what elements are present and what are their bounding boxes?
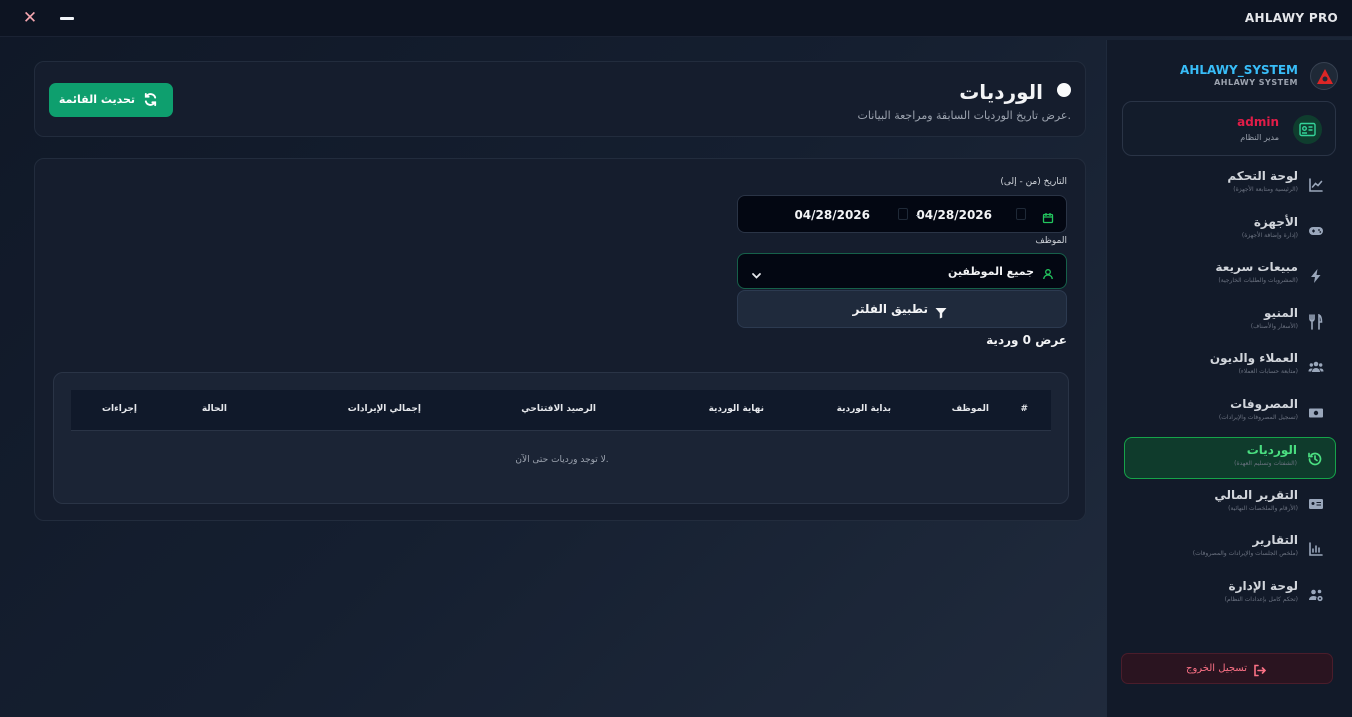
apply-filter-label: تطبيق الفلتر: [852, 302, 928, 316]
column-header: إجمالي الإيرادات: [347, 404, 421, 414]
utensils-icon: [1308, 313, 1324, 330]
date-range-label: التاريخ (من - إلى): [1000, 177, 1067, 187]
bolt-icon: [1308, 268, 1324, 284]
date-picker-icon[interactable]: [1016, 208, 1026, 220]
calendar-icon: [1042, 209, 1054, 224]
employee-select-value: جميع الموظفين: [948, 265, 1034, 278]
apply-filter-button[interactable]: تطبيق الفلتر: [737, 290, 1067, 328]
user-card: admin مدير النظام: [1122, 101, 1336, 156]
sidebar-item-description: (الأسعار والأصناف): [1250, 322, 1298, 330]
sidebar-item-description: (الأرقام والملخصات النهائية): [1228, 504, 1298, 512]
column-header: الحالة: [201, 404, 227, 414]
sidebar-item-label: العملاء والديون: [1209, 351, 1298, 365]
employee-label: الموظف: [1035, 236, 1067, 246]
sidebar-item-users[interactable]: العملاء والديون (متابعة حسابات العملاء): [1124, 346, 1336, 388]
sidebar-item-label: الأجهزة: [1253, 214, 1298, 229]
refresh-button[interactable]: تحديث القائمة: [49, 83, 173, 117]
date-from-value[interactable]: 04/28/2026: [916, 208, 992, 222]
logout-label: تسجيل الخروج: [1185, 663, 1247, 674]
shifts-panel: التاريخ (من - إلى) 04/28/2026 - 04/28/20…: [34, 158, 1086, 521]
minimize-icon[interactable]: [56, 7, 78, 29]
sidebar-item-label: المصروفات: [1230, 396, 1298, 411]
sidebar-item-history[interactable]: الورديات (الشفتات وتسليم العهدة): [1124, 437, 1336, 479]
user-role: مدير النظام: [1240, 133, 1279, 142]
sidebar-item-description: (الرئيسية ومتابعة الأجهزة): [1233, 186, 1298, 193]
title-bar: ✕ AHLAWY PRO: [0, 0, 1352, 37]
page-title: الورديات: [959, 80, 1043, 104]
sidebar-item-label: الورديات: [1246, 443, 1297, 457]
employee-select[interactable]: جميع الموظفين: [737, 253, 1067, 289]
shift-count: عرض 0 وردية: [986, 333, 1067, 347]
gamepad-icon: [1308, 223, 1324, 239]
user-icon: [1042, 265, 1054, 280]
sidebar-item-label: لوحة التحكم: [1227, 169, 1298, 183]
refresh-icon: [143, 92, 158, 107]
users-cog-icon: [1308, 587, 1324, 603]
sidebar-item-description: (الشفتات وتسليم العهدة): [1234, 460, 1297, 467]
date-to-value[interactable]: 04/28/2026: [794, 208, 870, 222]
sidebar-item-money[interactable]: المصروفات (تسجيل المصروفات والإيرادات): [1124, 392, 1336, 434]
page-subtitle: عرض تاريخ الورديات السابقة ومراجعة البيا…: [857, 109, 1071, 122]
sidebar-item-description: (تحكم كامل بإعدادات النظام): [1224, 595, 1298, 603]
sidebar-item-description: (المشروبات والطلبات الخارجية): [1218, 277, 1298, 284]
title-dot-icon: [1057, 83, 1071, 97]
logout-button[interactable]: تسجيل الخروج: [1121, 653, 1333, 684]
sidebar-item-label: مبيعات سريعة: [1215, 260, 1298, 274]
logo-icon: [1310, 62, 1338, 90]
column-header: نهاية الوردية: [708, 404, 764, 414]
history-icon: [1307, 451, 1323, 467]
brand-name: AHLAWY_SYSTEM: [1180, 63, 1298, 77]
empty-table-message: لا توجد ورديات حتى الآن.: [515, 455, 609, 465]
date-picker-icon[interactable]: [898, 208, 908, 220]
page-header: الورديات عرض تاريخ الورديات السابقة ومرا…: [34, 61, 1086, 137]
sidebar-item-description: (إدارة وإضافة الأجهزة): [1241, 231, 1298, 239]
sidebar-item-users-cog[interactable]: لوحة الإدارة (تحكم كامل بإعدادات النظام): [1124, 574, 1336, 616]
id-badge-icon: [1293, 115, 1322, 144]
sidebar-item-bar-chart[interactable]: التقارير (ملخص الجلسات والإيرادات والمصرو…: [1124, 528, 1336, 570]
chevron-down-icon: [751, 266, 762, 279]
sidebar-item-label: المنيو: [1264, 305, 1298, 320]
chart-line-icon: [1308, 177, 1324, 193]
user-name: admin: [1237, 115, 1279, 129]
window-title: AHLAWY PRO: [1244, 11, 1338, 25]
brand-subtitle: AHLAWY SYSTEM: [1214, 78, 1298, 87]
sidebar-item-label: التقرير المالي: [1214, 487, 1298, 502]
sidebar-item-utensils[interactable]: المنيو (الأسعار والأصناف): [1124, 301, 1336, 343]
sidebar-item-id-card[interactable]: التقرير المالي (الأرقام والملخصات النهائي…: [1124, 483, 1336, 525]
sidebar-item-label: لوحة الإدارة: [1228, 578, 1298, 593]
shifts-table: # الموظف بداية الوردية نهاية الوردية الر…: [53, 372, 1069, 504]
column-header: الرصيد الافتتاحي: [521, 404, 596, 414]
brand: AHLAWY_SYSTEM AHLAWY SYSTEM: [1120, 62, 1338, 92]
sidebar: AHLAWY_SYSTEM AHLAWY SYSTEM admin مدير ا…: [1106, 40, 1352, 717]
column-header: إجراءات: [102, 404, 137, 414]
sidebar-item-label: التقارير: [1252, 533, 1298, 547]
date-separator: -: [915, 208, 920, 222]
sidebar-item-description: (تسجيل المصروفات والإيرادات): [1218, 413, 1298, 421]
date-range-input[interactable]: 04/28/2026 - 04/28/2026: [737, 195, 1067, 233]
filter-icon: [935, 304, 947, 319]
sidebar-item-gamepad[interactable]: الأجهزة (إدارة وإضافة الأجهزة): [1124, 210, 1336, 252]
table-header: # الموظف بداية الوردية نهاية الوردية الر…: [71, 390, 1051, 431]
sidebar-item-bolt[interactable]: مبيعات سريعة (المشروبات والطلبات الخارجية…: [1124, 255, 1336, 297]
close-icon[interactable]: ✕: [19, 7, 41, 29]
column-header: #: [1020, 404, 1028, 414]
sidebar-item-description: (ملخص الجلسات والإيرادات والمصروفات): [1192, 550, 1298, 557]
id-card-icon: [1308, 496, 1324, 512]
users-icon: [1308, 359, 1324, 375]
sidebar-item-description: (متابعة حسابات العملاء): [1238, 368, 1298, 375]
refresh-label: تحديث القائمة: [58, 93, 135, 106]
column-header: بداية الوردية: [836, 404, 891, 414]
bar-chart-icon: [1308, 541, 1324, 557]
sidebar-item-chart-line[interactable]: لوحة التحكم (الرئيسية ومتابعة الأجهزة): [1124, 164, 1336, 206]
column-header: الموظف: [951, 404, 989, 414]
sign-out-icon: [1253, 662, 1267, 677]
money-icon: [1308, 405, 1324, 421]
